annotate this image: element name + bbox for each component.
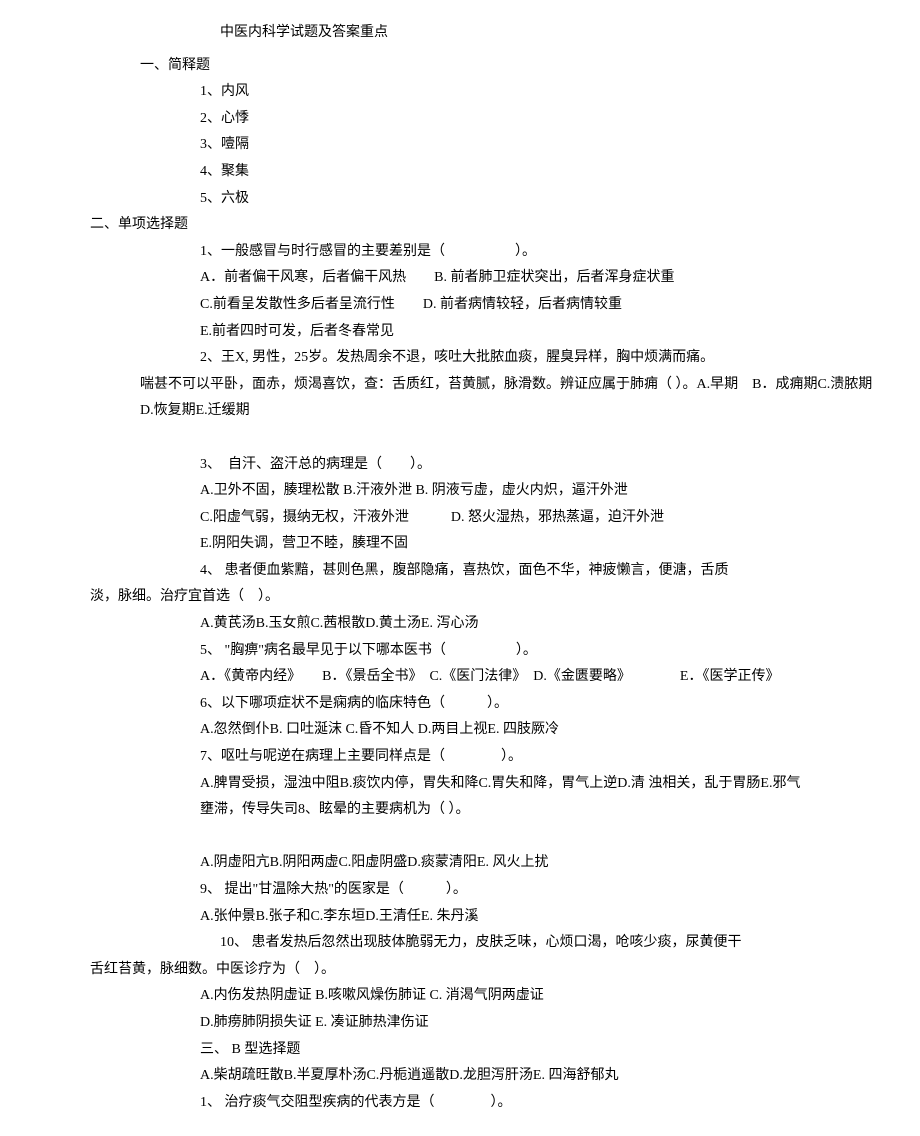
s2-q4-opts: A.黄芪汤B.玉女煎C.茜根散D.黄土汤E. 泻心汤 <box>200 611 880 638</box>
s2-q2: 2、王X, 男性，25岁。发热周余不退，咳吐大批脓血痰，腥臭异样，胸中烦满而痛。 <box>200 345 880 372</box>
s2-q3-opts-b: C.阳虚气弱，摄纳无权，汗液外泄 D. 怒火湿热，邪热蒸逼，迫汗外泄 <box>200 505 880 532</box>
s3-opts: A.柴胡疏旺散B.半夏厚朴汤C.丹栀逍遥散D.龙胆泻肝汤E. 四海舒郁丸 <box>200 1063 880 1090</box>
s2-q6: 6、以下哪项症状不是痫病的临床特色（ ）。 <box>200 691 880 718</box>
section-1-heading: 一、简释题 <box>140 53 880 80</box>
s1-item-4: 4、聚集 <box>200 159 880 186</box>
doc-title: 中医内科学试题及答案重点 <box>220 20 880 47</box>
s3-q1: 1、 治疗痰气交阻型疾病的代表方是（ ）。 <box>200 1090 880 1117</box>
s2-q1-opts-b: C.前看呈发散性多后者呈流行性 D. 前者病情较轻，后者病情较重 <box>200 292 880 319</box>
s1-item-5: 5、六极 <box>200 186 880 213</box>
s2-q9-opts: A.张仲景B.张子和C.李东垣D.王清任E. 朱丹溪 <box>200 904 880 931</box>
section-2-heading: 二、单项选择题 <box>90 212 880 239</box>
s2-q2-cont: 喘甚不可以平卧，面赤，烦渴喜饮，查：舌质红，苔黄腻，脉滑数。辨证应属于肺痈（ ）… <box>140 372 880 425</box>
s2-q9: 9、 提出"甘温除大热"的医家是（ ）。 <box>200 877 880 904</box>
s2-q5-opts: A．《黄帝内经》 B．《景岳全书》 C.《医门法律》 D.《金匮要略》 E．《医… <box>200 664 880 691</box>
s2-q1-opts-c: E.前者四时可发，后者冬春常见 <box>200 319 880 346</box>
s2-q10-opts-b: D.肺痨肺阴损失证 E. 凑证肺热津伤证 <box>200 1010 880 1037</box>
s1-item-2: 2、心悸 <box>200 106 880 133</box>
s2-q4-cont: 淡，脉细。治疗宜首选（ ）。 <box>90 584 880 611</box>
s2-q5: 5、 "胸痹"病名最早见于以下哪本医书（ ）。 <box>200 638 880 665</box>
s2-q3-opts-a: A.卫外不固，腠理松散 B.汗液外泄 B. 阴液亏虚，虚火内炽，逼汗外泄 <box>200 478 880 505</box>
s1-item-3: 3、噎隔 <box>200 132 880 159</box>
s2-q3: 3、 自汗、盗汗总的病理是（ ）。 <box>200 452 880 479</box>
s2-q4: 4、 患者便血紫黯，甚则色黑，腹部隐痛，喜热饮，面色不华，神疲懒言，便溏，舌质 <box>200 558 880 585</box>
s2-q10: 10、 患者发热后忽然出现肢体脆弱无力，皮肤乏味，心烦口渴，呛咳少痰，尿黄便干 <box>220 930 880 957</box>
s2-q7: 7、呕吐与呢逆在病理上主要同样点是（ ）。 <box>200 744 880 771</box>
s1-item-1: 1、内风 <box>200 79 880 106</box>
s2-q7-opts-b: 壅滞，传导失司8、眩晕的主要病机为（ ）。 <box>200 797 880 824</box>
s2-q3-opts-c: E.阴阳失调，营卫不睦，腠理不固 <box>200 531 880 558</box>
s2-q7-opts-a: A.脾胃受损，湿浊中阻B.痰饮内停，胃失和降C.胃失和降，胃气上逆D.清 浊相关… <box>200 771 880 798</box>
s2-q1: 1、一般感冒与时行感冒的主要差别是（ ）。 <box>200 239 880 266</box>
s2-q1-opts-a: A．前者偏干风寒，后者偏干风热 B. 前者肺卫症状突出，后者浑身症状重 <box>200 265 880 292</box>
s2-q6-opts: A.忽然倒仆B. 口吐涎沫 C.昏不知人 D.两目上视E. 四肢厥冷 <box>200 717 880 744</box>
s2-q10-opts-a: A.内伤发热阴虚证 B.咳嗽风燥伤肺证 C. 消渴气阴两虚证 <box>200 983 880 1010</box>
s2-q10-cont: 舌红苔黄，脉细数。中医诊疗为（ ）。 <box>90 957 880 984</box>
s2-q8-opts: A.阴虚阳亢B.阴阳两虚C.阳虚阴盛D.痰蒙清阳E. 风火上扰 <box>200 850 880 877</box>
section-3-heading: 三、 B 型选择题 <box>200 1037 880 1064</box>
